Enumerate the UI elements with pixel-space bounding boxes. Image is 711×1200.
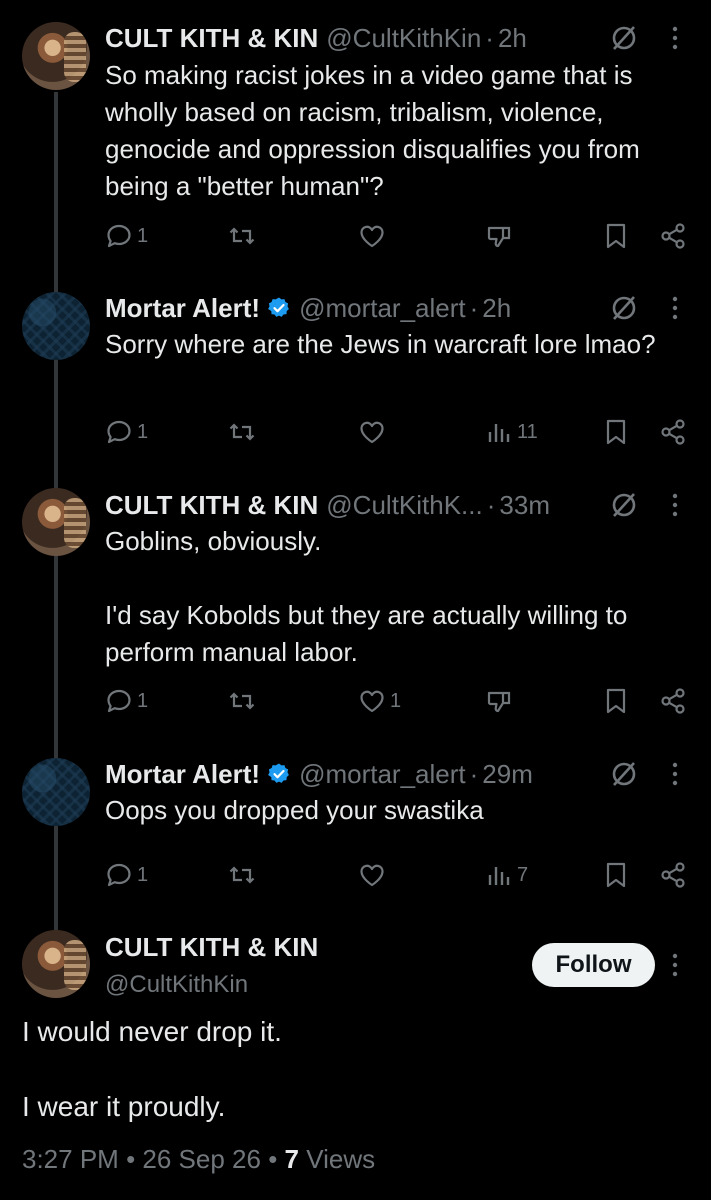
more-options-icon[interactable]	[668, 952, 682, 978]
author-handle-row: @CultKithKin	[105, 965, 248, 1005]
focused-tweet[interactable]: CULT KITH & KIN @CultKithKin Follow I wo…	[0, 0, 711, 1200]
meta-bullet: •	[126, 1144, 136, 1174]
post-time[interactable]: 3:27 PM	[22, 1144, 119, 1174]
views-label[interactable]: Views	[306, 1144, 375, 1174]
avatar[interactable]	[22, 930, 90, 998]
author-handle[interactable]: @CultKithKin	[105, 971, 248, 999]
tweet-meta: 3:27 PM • 26 Sep 26 • 7 Views	[22, 1144, 375, 1175]
author-name-row: CULT KITH & KIN	[105, 927, 318, 967]
views-count[interactable]: 7	[285, 1144, 299, 1174]
tweet-text-line: I would never drop it.	[22, 1016, 282, 1047]
meta-bullet: •	[268, 1144, 278, 1174]
post-date[interactable]: 26 Sep 26	[142, 1144, 261, 1174]
follow-button[interactable]: Follow	[532, 943, 655, 987]
author-name[interactable]: CULT KITH & KIN	[105, 932, 318, 963]
tweet-text-line: I wear it proudly.	[22, 1091, 226, 1122]
